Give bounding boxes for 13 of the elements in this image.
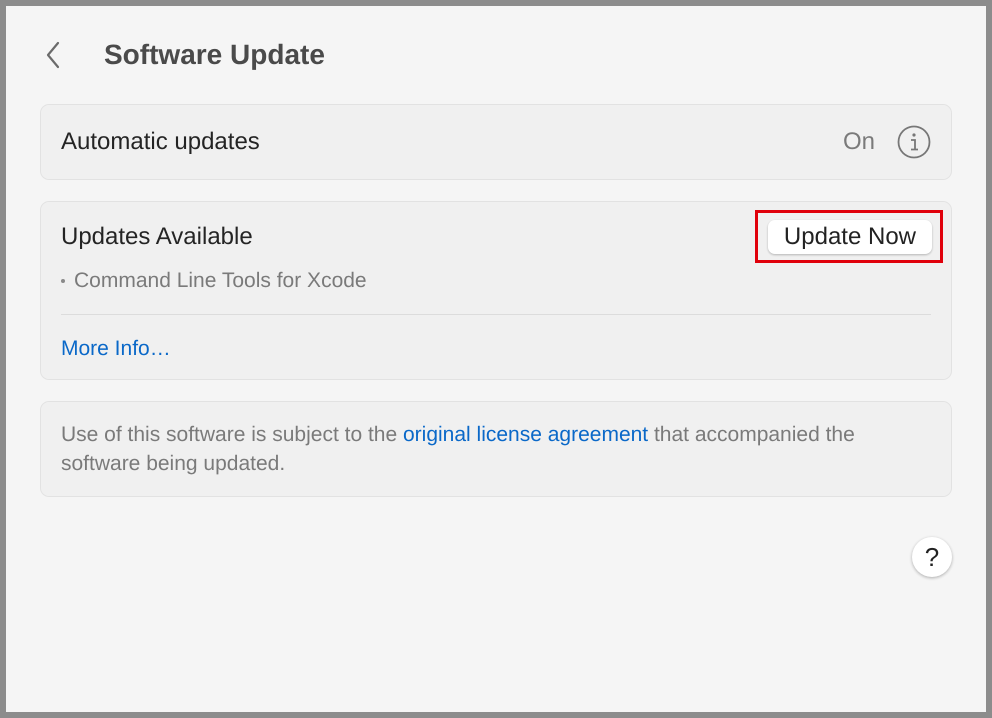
license-link[interactable]: original license agreement: [403, 423, 648, 446]
more-info-link[interactable]: More Info…: [61, 337, 171, 360]
page-title: Software Update: [104, 39, 325, 71]
bullet-icon: [61, 279, 65, 283]
setting-label: Automatic updates: [61, 128, 260, 156]
section-title: Updates Available: [61, 222, 253, 250]
info-icon[interactable]: [897, 125, 931, 159]
license-text: Use of this software is subject to the original license agreement that accompanied the software being updated.: [61, 422, 856, 477]
back-icon[interactable]: [46, 41, 60, 69]
update-item: Command Line Tools for Xcode: [74, 269, 367, 293]
update-now-button[interactable]: Update Now: [768, 220, 932, 254]
setting-value: On: [842, 128, 875, 156]
help-button[interactable]: ?: [912, 537, 952, 577]
